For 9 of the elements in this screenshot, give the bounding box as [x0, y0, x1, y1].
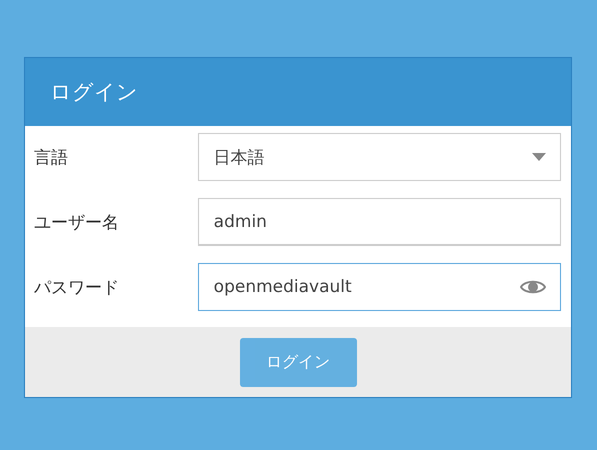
- username-field[interactable]: admin: [198, 198, 561, 246]
- password-field[interactable]: openmediavault: [198, 263, 561, 311]
- eye-icon[interactable]: [520, 278, 546, 296]
- field-label: パスワード: [34, 276, 120, 298]
- language-dropdown[interactable]: 日本語: [198, 133, 561, 181]
- dropdown-caret-icon[interactable]: [532, 153, 546, 161]
- field-label: ユーザー名: [34, 212, 120, 234]
- dialog-title: ログイン: [50, 79, 138, 106]
- field-label: 言語: [34, 146, 69, 168]
